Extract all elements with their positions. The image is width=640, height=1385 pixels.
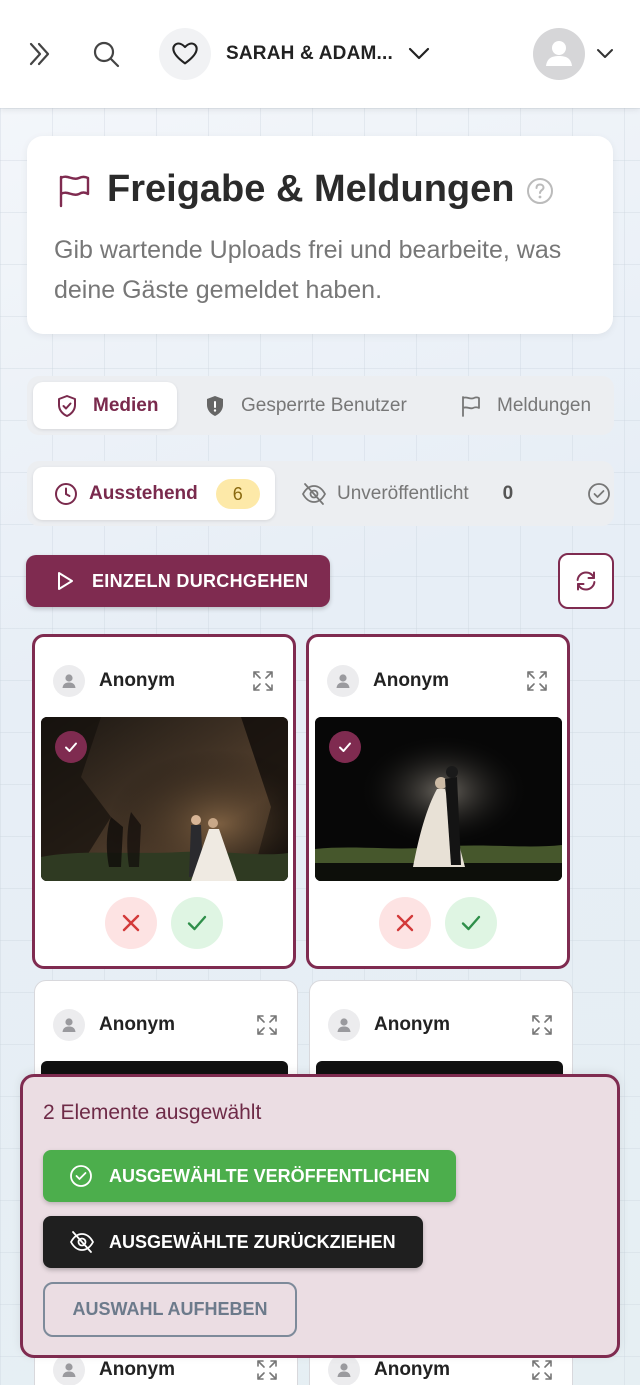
media-photo[interactable] xyxy=(315,717,562,881)
tab-medien-label: Medien xyxy=(93,394,159,416)
eye-off-icon xyxy=(301,481,327,507)
check-icon xyxy=(461,915,481,931)
media-photo[interactable] xyxy=(41,717,288,881)
reject-button[interactable] xyxy=(379,897,431,949)
main-tabs: Medien Gesperrte Benutzer Meldungen xyxy=(27,376,614,435)
reject-button[interactable] xyxy=(105,897,157,949)
tab-gesperrte-label: Gesperrte Benutzer xyxy=(241,394,407,416)
shield-check-icon xyxy=(55,394,79,418)
selected-check-icon[interactable] xyxy=(329,731,361,763)
walk-through-button[interactable]: EINZELN DURCHGEHEN xyxy=(26,555,330,607)
tab-unveroeffentlicht[interactable]: Unveröffentlicht 0 xyxy=(301,467,541,520)
card-header: Anonym xyxy=(328,1354,538,1385)
refresh-icon xyxy=(576,571,596,591)
user-avatar-icon xyxy=(53,1354,85,1385)
user-avatar-icon xyxy=(53,1009,85,1041)
uploader-name: Anonym xyxy=(374,1014,450,1035)
flag-icon xyxy=(55,172,93,210)
publish-selected-label: AUSGEWÄHLTE VERÖFFENTLICHEN xyxy=(109,1165,430,1186)
fullscreen-icon[interactable] xyxy=(525,669,549,693)
help-icon[interactable] xyxy=(525,176,555,206)
uploader-name: Anonym xyxy=(373,670,449,691)
user-avatar-icon xyxy=(327,665,359,697)
check-icon xyxy=(187,915,207,931)
status-tabs: Ausstehend 6 Unveröffentlicht 0 xyxy=(27,461,614,526)
chevron-down-icon[interactable] xyxy=(404,38,434,68)
tab-meldungen[interactable]: Meldungen xyxy=(459,382,609,429)
fullscreen-icon[interactable] xyxy=(251,669,275,693)
chevron-down-icon[interactable] xyxy=(592,40,618,66)
close-icon xyxy=(122,914,140,932)
clear-selection-button[interactable]: AUSWAHL AUFHEBEN xyxy=(43,1282,297,1337)
fullscreen-icon[interactable] xyxy=(530,1358,554,1382)
user-icon xyxy=(546,41,572,66)
card-header: Anonym xyxy=(328,1009,538,1041)
tab-ausstehend-label: Ausstehend xyxy=(89,482,198,504)
check-circle-icon xyxy=(69,1163,95,1189)
approve-button[interactable] xyxy=(171,897,223,949)
selection-count: 2 Elemente ausgewählt xyxy=(43,1101,262,1124)
uploader-name: Anonym xyxy=(99,1359,175,1380)
tab-unveroeffentlicht-label: Unveröffentlicht xyxy=(337,482,469,504)
event-switcher-button[interactable] xyxy=(159,28,211,80)
tab-published-partial[interactable] xyxy=(587,467,614,520)
withdraw-selected-label: AUSGEWÄHLTE ZURÜCKZIEHEN xyxy=(109,1231,396,1252)
withdraw-selected-button[interactable]: AUSGEWÄHLTE ZURÜCKZIEHEN xyxy=(43,1216,423,1268)
expand-menu-icon[interactable] xyxy=(22,36,58,72)
card-header: Anonym xyxy=(327,665,537,697)
media-card[interactable]: Anonym xyxy=(306,634,570,969)
page-title: Freigabe & Meldungen xyxy=(107,168,515,210)
uploader-name: Anonym xyxy=(99,670,175,691)
user-avatar-icon xyxy=(53,665,85,697)
fullscreen-icon[interactable] xyxy=(530,1013,554,1037)
page-subtitle: Gib wartende Uploads frei und bearbeite,… xyxy=(54,236,562,304)
top-bar: SARAH & ADAM... xyxy=(0,0,640,108)
uploader-name: Anonym xyxy=(99,1014,175,1035)
search-icon[interactable] xyxy=(88,36,124,72)
uploader-name: Anonym xyxy=(374,1359,450,1380)
publish-selected-button[interactable]: AUSGEWÄHLTE VERÖFFENTLICHEN xyxy=(43,1150,456,1202)
user-avatar-icon xyxy=(328,1354,360,1385)
approve-button[interactable] xyxy=(445,897,497,949)
flag-icon xyxy=(459,394,483,418)
shield-icon xyxy=(203,394,227,418)
bulk-selection-panel: 2 Elemente ausgewählt AUSGEWÄHLTE VERÖFF… xyxy=(20,1074,620,1358)
card-header: Anonym xyxy=(53,1009,263,1041)
walk-through-label: EINZELN DURCHGEHEN xyxy=(92,570,309,591)
title-card: Freigabe & Meldungen Gib wartende Upload… xyxy=(27,136,613,334)
heart-icon xyxy=(172,42,198,65)
unpublished-count: 0 xyxy=(502,482,514,504)
event-name[interactable]: SARAH & ADAM... xyxy=(226,43,393,65)
tab-meldungen-label: Meldungen xyxy=(497,394,592,416)
card-header: Anonym xyxy=(53,1354,263,1385)
clock-icon xyxy=(53,481,79,507)
tab-gesperrte-benutzer[interactable]: Gesperrte Benutzer xyxy=(203,382,433,429)
selected-check-icon[interactable] xyxy=(55,731,87,763)
user-avatar-icon xyxy=(328,1009,360,1041)
avatar[interactable] xyxy=(533,28,585,80)
close-icon xyxy=(396,914,414,932)
fullscreen-icon[interactable] xyxy=(255,1358,279,1382)
pending-count-badge: 6 xyxy=(215,478,260,509)
play-icon xyxy=(54,569,78,593)
card-header: Anonym xyxy=(53,665,263,697)
check-circle-icon xyxy=(587,481,611,507)
tab-medien[interactable]: Medien xyxy=(33,382,177,429)
media-card[interactable]: Anonym xyxy=(32,634,296,969)
fullscreen-icon[interactable] xyxy=(255,1013,279,1037)
eye-off-icon xyxy=(69,1229,95,1255)
refresh-button[interactable] xyxy=(558,553,614,609)
tab-ausstehend[interactable]: Ausstehend 6 xyxy=(33,467,275,520)
